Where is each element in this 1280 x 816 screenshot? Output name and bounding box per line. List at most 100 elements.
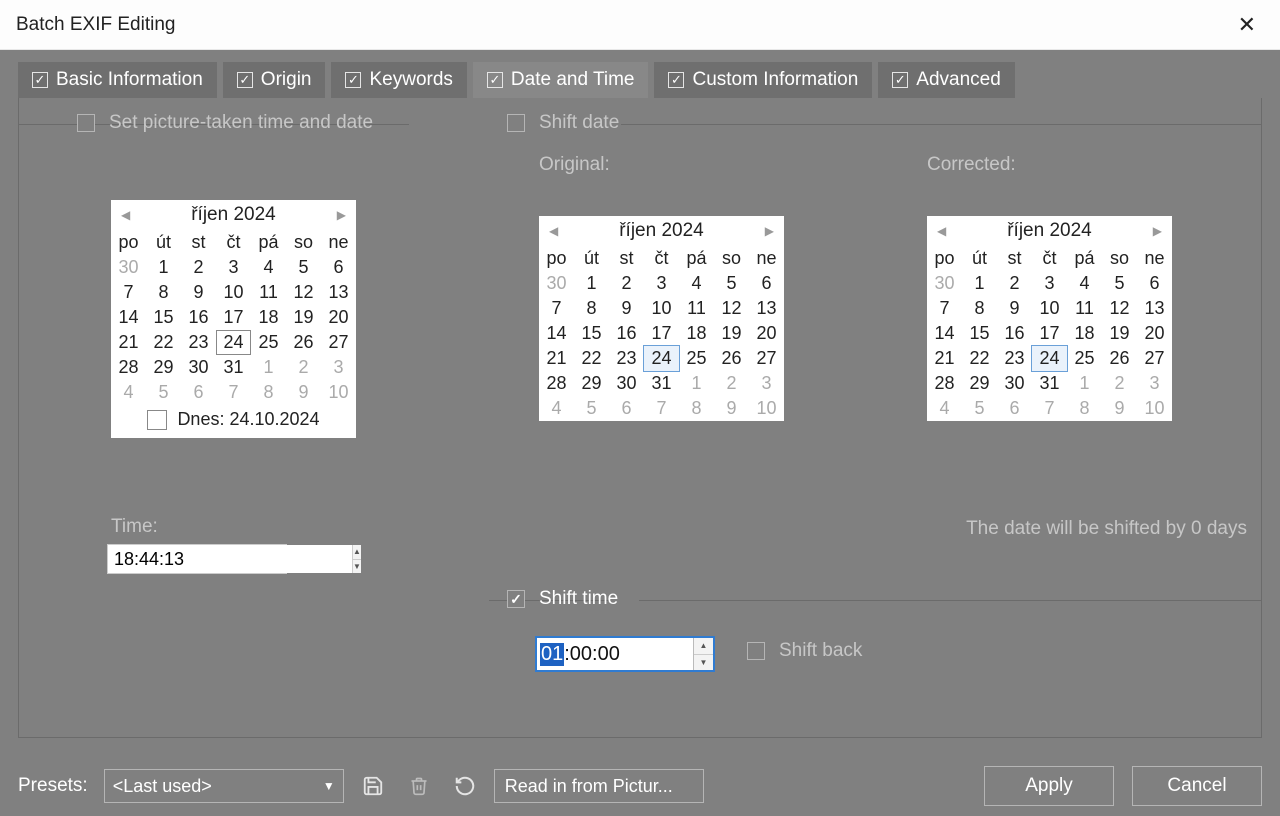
calendar-day[interactable]: 8 [146, 280, 181, 305]
calendar-day[interactable]: 19 [1102, 321, 1137, 346]
calendar-day[interactable]: 28 [539, 371, 574, 396]
spin-up-icon[interactable]: ▲ [353, 545, 361, 560]
calendar-day[interactable]: 1 [251, 355, 286, 380]
calendar-day[interactable]: 30 [997, 371, 1032, 396]
calendar-original[interactable]: ◀říjen 2024▶poútstčtpásone30123456789101… [539, 216, 784, 421]
calendar-day[interactable]: 9 [181, 280, 216, 305]
calendar-day[interactable]: 5 [286, 255, 321, 280]
calendar-day[interactable]: 2 [609, 271, 644, 296]
calendar-day[interactable]: 28 [927, 371, 962, 396]
calendar-day[interactable]: 8 [962, 296, 997, 321]
calendar-day[interactable]: 29 [962, 371, 997, 396]
calendar-day[interactable]: 19 [714, 321, 749, 346]
calendar-day[interactable]: 30 [539, 271, 574, 296]
calendar-day[interactable]: 22 [574, 346, 609, 371]
calendar-day[interactable]: 3 [749, 371, 784, 396]
calendar-day[interactable]: 5 [714, 271, 749, 296]
tab-keywords[interactable]: ✓Keywords [331, 62, 466, 98]
calendar-day[interactable]: 15 [574, 321, 609, 346]
calendar-day[interactable]: 14 [927, 321, 962, 346]
calendar-day[interactable]: 11 [251, 280, 286, 305]
calendar-month-title[interactable]: říjen 2024 [619, 220, 704, 242]
calendar-day[interactable]: 24 [1031, 345, 1068, 372]
calendar-day[interactable]: 7 [644, 396, 679, 421]
calendar-day[interactable]: 9 [609, 296, 644, 321]
calendar-day[interactable]: 4 [111, 380, 146, 405]
calendar-day[interactable]: 10 [644, 296, 679, 321]
time-input[interactable] [108, 545, 352, 573]
shift-time-hours[interactable]: 01 [540, 643, 564, 666]
calendar-day[interactable]: 25 [251, 330, 286, 355]
calendar-month-title[interactable]: říjen 2024 [1007, 220, 1092, 242]
calendar-day[interactable]: 10 [749, 396, 784, 421]
calendar-day[interactable]: 8 [679, 396, 714, 421]
calendar-day[interactable]: 6 [749, 271, 784, 296]
prev-month-icon[interactable]: ◀ [933, 224, 950, 238]
time-spinbox[interactable]: ▲ ▼ [107, 544, 287, 574]
spin-down-icon[interactable]: ▼ [694, 655, 713, 671]
tab-checkbox[interactable]: ✓ [668, 72, 684, 88]
calendar-day[interactable]: 30 [609, 371, 644, 396]
tab-advanced[interactable]: ✓Advanced [878, 62, 1015, 98]
close-icon[interactable]: ✕ [1230, 8, 1264, 42]
calendar-day[interactable]: 7 [111, 280, 146, 305]
next-month-icon[interactable]: ▶ [761, 224, 778, 238]
calendar-day[interactable]: 12 [286, 280, 321, 305]
calendar-day[interactable]: 8 [574, 296, 609, 321]
calendar-day[interactable]: 2 [997, 271, 1032, 296]
calendar-day[interactable]: 20 [321, 305, 356, 330]
calendar-day[interactable]: 23 [181, 330, 216, 355]
calendar-day[interactable]: 29 [574, 371, 609, 396]
calendar-month-title[interactable]: říjen 2024 [191, 204, 276, 226]
calendar-day[interactable]: 31 [216, 355, 251, 380]
calendar-day[interactable]: 7 [927, 296, 962, 321]
calendar-day[interactable]: 27 [749, 346, 784, 371]
next-month-icon[interactable]: ▶ [333, 208, 350, 222]
read-in-button[interactable]: Read in from Pictur... [494, 769, 704, 803]
delete-preset-icon[interactable] [402, 769, 436, 803]
calendar-day[interactable]: 17 [216, 305, 251, 330]
calendar-today-row[interactable]: Dnes: 24.10.2024 [111, 405, 356, 438]
calendar-day[interactable]: 14 [539, 321, 574, 346]
calendar-day[interactable]: 23 [997, 346, 1032, 371]
calendar-day[interactable]: 7 [1032, 396, 1067, 421]
calendar-day[interactable]: 28 [111, 355, 146, 380]
calendar-day[interactable]: 26 [286, 330, 321, 355]
calendar-day[interactable]: 30 [927, 271, 962, 296]
calendar-day[interactable]: 6 [609, 396, 644, 421]
calendar-day[interactable]: 4 [927, 396, 962, 421]
calendar-day[interactable]: 26 [714, 346, 749, 371]
shift-time-spin-buttons[interactable]: ▲ ▼ [693, 638, 713, 670]
calendar-day[interactable]: 18 [251, 305, 286, 330]
calendar-day[interactable]: 21 [927, 346, 962, 371]
calendar-day[interactable]: 5 [574, 396, 609, 421]
tab-origin[interactable]: ✓Origin [223, 62, 326, 98]
time-spin-buttons[interactable]: ▲ ▼ [352, 545, 361, 573]
calendar-day[interactable]: 3 [216, 255, 251, 280]
calendar-day[interactable]: 3 [321, 355, 356, 380]
prev-month-icon[interactable]: ◀ [117, 208, 134, 222]
calendar-day[interactable]: 9 [714, 396, 749, 421]
tab-custom-information[interactable]: ✓Custom Information [654, 62, 872, 98]
calendar-day[interactable]: 6 [1137, 271, 1172, 296]
calendar-day[interactable]: 11 [679, 296, 714, 321]
spin-up-icon[interactable]: ▲ [694, 638, 713, 655]
calendar-day[interactable]: 10 [216, 280, 251, 305]
calendar-day[interactable]: 3 [1137, 371, 1172, 396]
next-month-icon[interactable]: ▶ [1149, 224, 1166, 238]
calendar-day[interactable]: 31 [1032, 371, 1067, 396]
calendar-day[interactable]: 3 [1032, 271, 1067, 296]
calendar-day[interactable]: 24 [216, 330, 251, 355]
calendar-day[interactable]: 13 [321, 280, 356, 305]
calendar-day[interactable]: 12 [714, 296, 749, 321]
calendar-day[interactable]: 7 [539, 296, 574, 321]
calendar-day[interactable]: 20 [1137, 321, 1172, 346]
calendar-day[interactable]: 5 [146, 380, 181, 405]
calendar-day[interactable]: 1 [146, 255, 181, 280]
shift-time-input[interactable]: 01 :00:00 ▲ ▼ [535, 636, 715, 672]
calendar-day[interactable]: 11 [1067, 296, 1102, 321]
calendar-day[interactable]: 3 [644, 271, 679, 296]
calendar-day[interactable]: 10 [1032, 296, 1067, 321]
calendar-day[interactable]: 17 [644, 321, 679, 346]
calendar-day[interactable]: 7 [216, 380, 251, 405]
